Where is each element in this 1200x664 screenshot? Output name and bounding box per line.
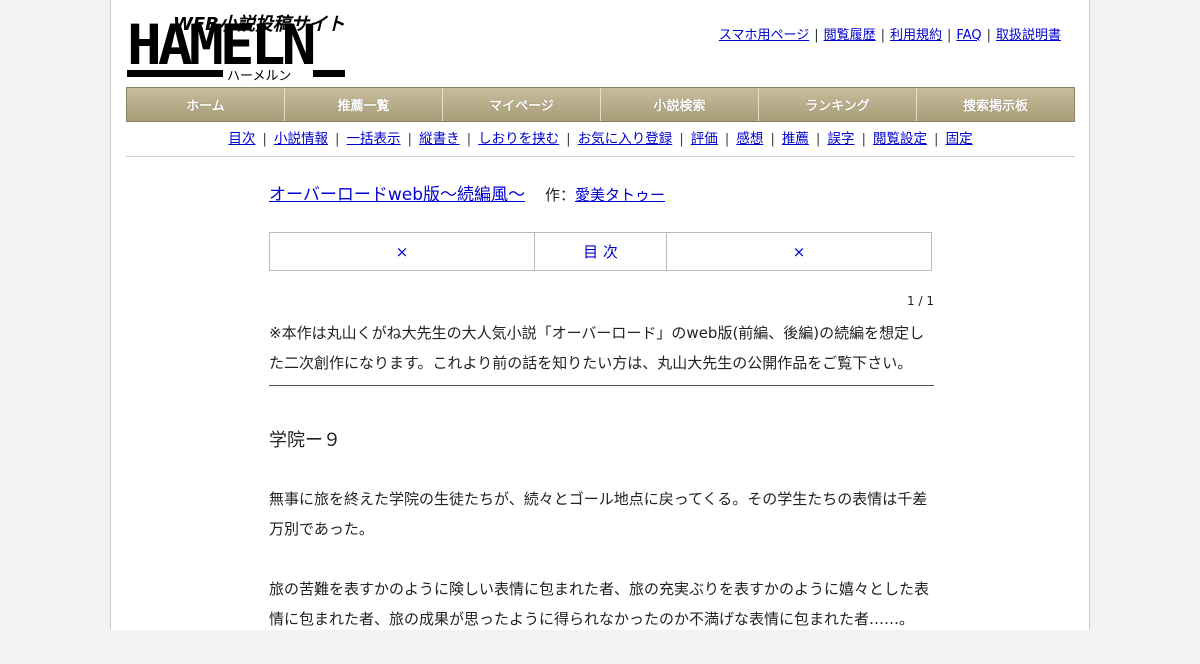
divider <box>126 156 1075 157</box>
subnav-favorite[interactable]: お気に入り登録 <box>578 131 673 147</box>
separator: | <box>407 131 413 147</box>
menu-novel-search[interactable]: 小説検索 <box>601 88 759 121</box>
page-indicator: 1 / 1 <box>907 294 934 308</box>
link-smartphone-page[interactable]: スマホ用ページ <box>719 28 809 43</box>
separator: | <box>566 131 571 147</box>
hameln-logo[interactable]: WEB小説投稿サイト HAMELN ハーメルン <box>127 10 347 84</box>
separator: | <box>880 28 885 43</box>
separator: | <box>334 131 340 147</box>
separator: | <box>724 131 730 147</box>
link-faq[interactable]: FAQ <box>956 28 981 43</box>
novel-content: オーバーロードweb版〜続編風〜 作：愛美タトゥー × 目 次 × 1 / 1 ※… <box>269 180 934 628</box>
preface-text: ※本作は丸山くがね大先生の大人気小説「オーバーロード」のweb版(前編、後編)の… <box>269 324 925 372</box>
logo-bar-right <box>313 70 345 77</box>
author-label: 作： <box>544 186 575 204</box>
subnav-novel-info[interactable]: 小説情報 <box>274 131 328 147</box>
subnav-typo[interactable]: 誤字 <box>827 131 854 147</box>
chapter-pager: × 目 次 × <box>269 232 932 271</box>
separator: | <box>947 28 952 43</box>
toc-button[interactable]: 目 次 <box>535 233 667 270</box>
subnav-bookmark[interactable]: しおりを挟む <box>478 131 559 147</box>
author-link[interactable]: 愛美タトゥー <box>575 186 665 204</box>
subnav-rating[interactable]: 評価 <box>691 131 718 147</box>
link-history[interactable]: 閲覧履歴 <box>824 28 876 43</box>
chapter-body: 無事に旅を終えた学院の生徒たちが、続々とゴール地点に戻ってくる。その学生たちの表… <box>269 484 934 664</box>
separator: | <box>815 131 821 147</box>
novel-subnav: 目次 | 小説情報 | 一括表示 | 縦書き | しおりを挟む | お気に入り登録 | 評価 | 感想 | 推薦… <box>126 127 1075 147</box>
page-container: WEB小説投稿サイト HAMELN ハーメルン スマホ用ページ | 閲覧履歴 | 利用規… <box>110 0 1090 630</box>
subnav-toc[interactable]: 目次 <box>228 131 255 147</box>
preface-divider <box>269 385 934 386</box>
paragraph: 旅の苦難を表すかのように険しい表情に包まれた者、旅の充実ぶりを表すかのように嬉々… <box>269 580 930 628</box>
subnav-view-settings[interactable]: 閲覧設定 <box>873 131 927 147</box>
main-menu-bar: ホーム 推薦一覧 マイページ 小説検索 ランキング 捜索掲示板 <box>126 87 1075 122</box>
separator: | <box>814 28 819 43</box>
separator: | <box>770 131 775 147</box>
link-terms[interactable]: 利用規約 <box>890 28 942 43</box>
logo-kana: ハーメルン <box>227 69 292 84</box>
top-links: スマホ用ページ | 閲覧履歴 | 利用規約 | FAQ | 取扱説明書 <box>719 24 1061 43</box>
subnav-impressions[interactable]: 感想 <box>736 131 763 147</box>
separator: | <box>986 28 991 43</box>
prev-chapter-button[interactable]: × <box>270 233 535 270</box>
title-row: オーバーロードweb版〜続編風〜 作：愛美タトゥー <box>269 180 934 205</box>
menu-search-board[interactable]: 捜索掲示板 <box>917 88 1074 121</box>
menu-mypage[interactable]: マイページ <box>443 88 601 121</box>
separator: | <box>934 131 939 147</box>
separator: | <box>861 131 867 147</box>
novel-title-link[interactable]: オーバーロードweb版〜続編風〜 <box>269 185 525 205</box>
logo-bar-left <box>127 70 223 77</box>
chapter-title: 学院ー９ <box>269 430 341 451</box>
link-manual[interactable]: 取扱説明書 <box>996 28 1061 43</box>
subnav-vertical[interactable]: 縦書き <box>419 131 460 147</box>
subnav-show-all[interactable]: 一括表示 <box>347 131 401 147</box>
paragraph: 無事に旅を終えた学院の生徒たちが、続々とゴール地点に戻ってくる。その学生たちの表… <box>269 490 928 538</box>
subnav-pin[interactable]: 固定 <box>946 131 973 147</box>
separator: | <box>679 131 684 147</box>
menu-ranking[interactable]: ランキング <box>759 88 917 121</box>
separator: | <box>262 131 267 147</box>
menu-home[interactable]: ホーム <box>127 88 285 121</box>
subnav-recommend[interactable]: 推薦 <box>782 131 809 147</box>
menu-recommendations[interactable]: 推薦一覧 <box>285 88 443 121</box>
separator: | <box>466 131 472 147</box>
next-chapter-button[interactable]: × <box>667 233 931 270</box>
